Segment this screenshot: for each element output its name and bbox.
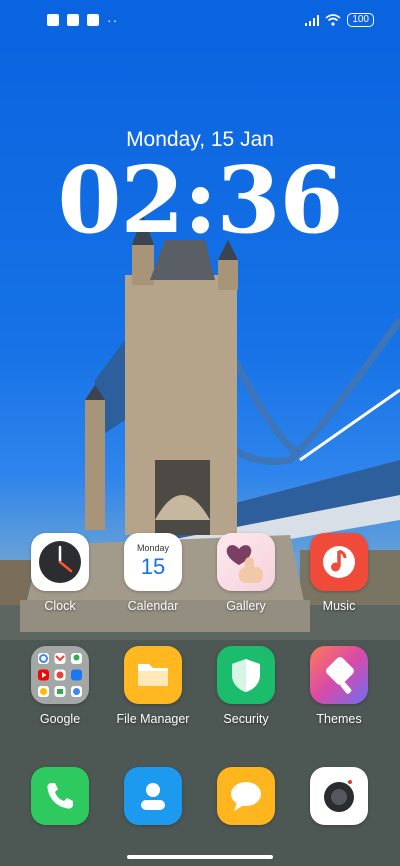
phone-icon (31, 767, 89, 825)
shield-icon (217, 646, 275, 704)
app-gallery[interactable]: Gallery (201, 533, 291, 613)
calendar-icon-date: 15 (140, 554, 166, 579)
app-label: Music (322, 599, 356, 613)
lock-time: 02:36 (57, 146, 343, 254)
signal-icon (305, 14, 320, 26)
notification-square-icon (67, 14, 79, 26)
google-folder-icon (31, 646, 89, 704)
calendar-icon: Monday 15 (124, 533, 182, 591)
app-themes[interactable]: Themes (294, 646, 384, 726)
status-bar: ·· 100 (0, 0, 400, 44)
gallery-icon (217, 533, 275, 591)
app-label: File Manager (116, 712, 190, 726)
home-indicator[interactable] (127, 855, 273, 859)
app-security[interactable]: Security (201, 646, 291, 726)
music-icon (310, 533, 368, 591)
app-label: Gallery (226, 599, 266, 613)
app-label: Calendar (127, 599, 179, 613)
app-label: Security (223, 712, 269, 726)
contacts-icon (124, 767, 182, 825)
more-notifications-icon: ·· (107, 12, 119, 28)
app-music[interactable]: Music (294, 533, 384, 613)
app-clock[interactable]: Clock (15, 533, 105, 613)
notification-icons: ·· (47, 12, 119, 28)
app-label: Google (39, 712, 81, 726)
message-bubble-icon (217, 767, 275, 825)
dock-phone[interactable] (15, 767, 105, 825)
notification-upload-icon (87, 14, 99, 26)
battery-indicator: 100 (347, 13, 374, 27)
app-folder-google[interactable]: Google (15, 646, 105, 726)
clock-icon (31, 533, 89, 591)
dock-camera[interactable] (294, 767, 384, 825)
brush-icon (310, 646, 368, 704)
camera-icon (310, 767, 368, 825)
app-calendar[interactable]: Monday 15 Calendar (108, 533, 198, 613)
app-label: Clock (44, 599, 76, 613)
folder-icon (124, 646, 182, 704)
calendar-icon-day: Monday (136, 543, 170, 553)
dock-contacts[interactable] (108, 767, 198, 825)
dock-messages[interactable] (201, 767, 291, 825)
notification-app-icon (47, 14, 59, 26)
app-file-manager[interactable]: File Manager (108, 646, 198, 726)
app-label: Themes (316, 712, 362, 726)
wifi-icon (325, 14, 341, 26)
